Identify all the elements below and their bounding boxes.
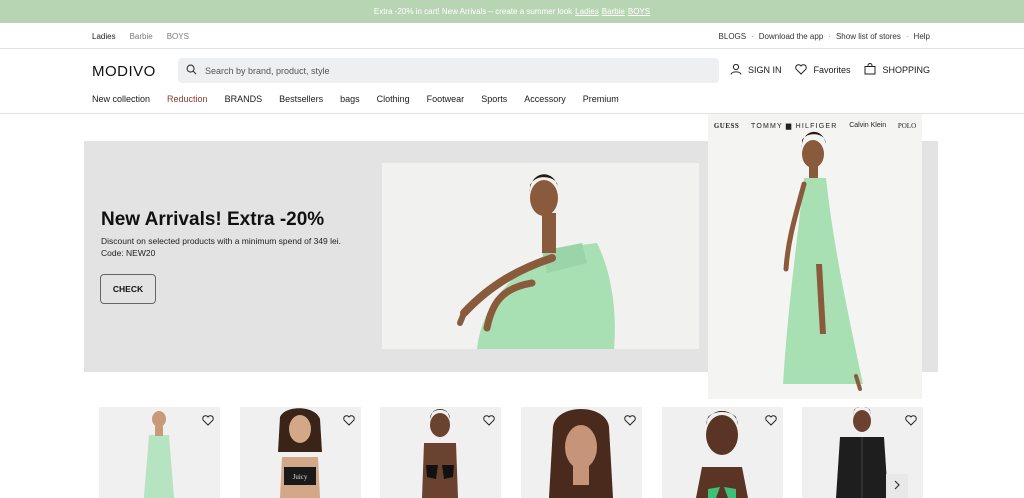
nav-footwear[interactable]: Footwear bbox=[427, 94, 465, 104]
search-icon bbox=[186, 62, 197, 80]
hero-title: New Arrivals! Extra -20% bbox=[101, 209, 325, 230]
shopping-label: SHOPPING bbox=[882, 65, 930, 75]
user-icon bbox=[730, 63, 742, 77]
search-bar[interactable] bbox=[178, 58, 719, 83]
product-carousel: Juicy bbox=[99, 407, 923, 498]
nav-reduction[interactable]: Reduction bbox=[167, 94, 208, 104]
standing-model-image bbox=[783, 131, 863, 391]
tab-ladies[interactable]: Ladies bbox=[92, 32, 116, 41]
separator-dot: · bbox=[905, 32, 909, 41]
blogs-link[interactable]: BLOGS bbox=[719, 32, 747, 41]
favorites-button[interactable]: Favorites bbox=[795, 63, 851, 77]
check-button[interactable]: CHECK bbox=[100, 274, 156, 304]
utility-links: BLOGS · Download the app · Show list of … bbox=[719, 32, 930, 41]
nav-sports[interactable]: Sports bbox=[481, 94, 507, 104]
product-card[interactable] bbox=[99, 407, 220, 498]
download-app-link[interactable]: Download the app bbox=[759, 32, 824, 41]
gender-tabs: Ladies Barbie BOYS bbox=[92, 32, 189, 41]
favorites-label: Favorites bbox=[813, 65, 851, 75]
carousel-next-button[interactable] bbox=[886, 474, 908, 498]
shopping-bag-icon bbox=[864, 63, 876, 77]
site-logo[interactable]: MODIVO bbox=[92, 63, 156, 80]
promo-text: Extra -20% in cart! New Arrivals – creat… bbox=[373, 7, 573, 16]
nav-new-collection[interactable]: New collection bbox=[92, 94, 150, 104]
favorite-heart-icon[interactable] bbox=[905, 413, 917, 431]
svg-text:Juicy: Juicy bbox=[293, 473, 308, 481]
favorite-heart-icon[interactable] bbox=[765, 413, 777, 431]
nav-bestsellers[interactable]: Bestsellers bbox=[279, 94, 323, 104]
promo-link-ladies[interactable]: Ladies bbox=[575, 7, 599, 16]
top-bar: Ladies Barbie BOYS BLOGS · Download the … bbox=[0, 23, 1024, 49]
hero-model-image bbox=[382, 163, 699, 349]
nav-brands[interactable]: BRANDS bbox=[225, 94, 263, 104]
favorite-heart-icon[interactable] bbox=[202, 413, 214, 431]
tab-barbie[interactable]: Barbie bbox=[130, 32, 153, 41]
hero-description: Discount on selected products with a min… bbox=[101, 236, 342, 258]
promo-link-boys[interactable]: BOYS bbox=[628, 7, 650, 16]
heart-icon bbox=[795, 63, 808, 77]
sign-in-label: SIGN IN bbox=[747, 65, 782, 75]
stores-link[interactable]: Show list of stores bbox=[836, 32, 901, 41]
cart-button[interactable]: SHOPPING bbox=[864, 63, 930, 77]
tab-boys[interactable]: BOYS bbox=[167, 32, 189, 41]
help-link[interactable]: Help bbox=[914, 32, 930, 41]
separator-dot: · bbox=[751, 32, 754, 41]
favorite-heart-icon[interactable] bbox=[483, 413, 495, 431]
product-card[interactable] bbox=[380, 407, 501, 498]
category-nav: New collection Reduction BRANDS Bestsell… bbox=[92, 94, 619, 104]
nav-accessory[interactable]: Accessory bbox=[524, 94, 566, 104]
nav-clothing[interactable]: Clothing bbox=[377, 94, 410, 104]
nav-bags[interactable]: bags bbox=[340, 94, 360, 104]
product-card[interactable] bbox=[662, 407, 783, 498]
promo-banner[interactable]: Extra -20% in cart! New Arrivals – creat… bbox=[0, 0, 1024, 23]
product-card[interactable]: Juicy bbox=[240, 407, 361, 498]
promo-link-barbie[interactable]: Barbie bbox=[602, 7, 625, 16]
favorite-heart-icon[interactable] bbox=[624, 413, 636, 431]
search-input[interactable] bbox=[205, 65, 685, 76]
separator-dot: · bbox=[828, 32, 831, 41]
main-header: MODIVO SIGN IN Favorites SHOPPING New co… bbox=[0, 49, 1024, 114]
brand-panel[interactable]: GUESS TOMMY ▆ HILFIGER Calvin Klein POLO bbox=[708, 114, 922, 399]
product-card[interactable] bbox=[521, 407, 642, 498]
sign-in-button[interactable]: SIGN IN bbox=[730, 63, 782, 77]
header-actions: SIGN IN Favorites SHOPPING bbox=[730, 63, 930, 77]
chevron-right-icon bbox=[893, 477, 901, 495]
nav-premium[interactable]: Premium bbox=[583, 94, 619, 104]
favorite-heart-icon[interactable] bbox=[343, 413, 355, 431]
